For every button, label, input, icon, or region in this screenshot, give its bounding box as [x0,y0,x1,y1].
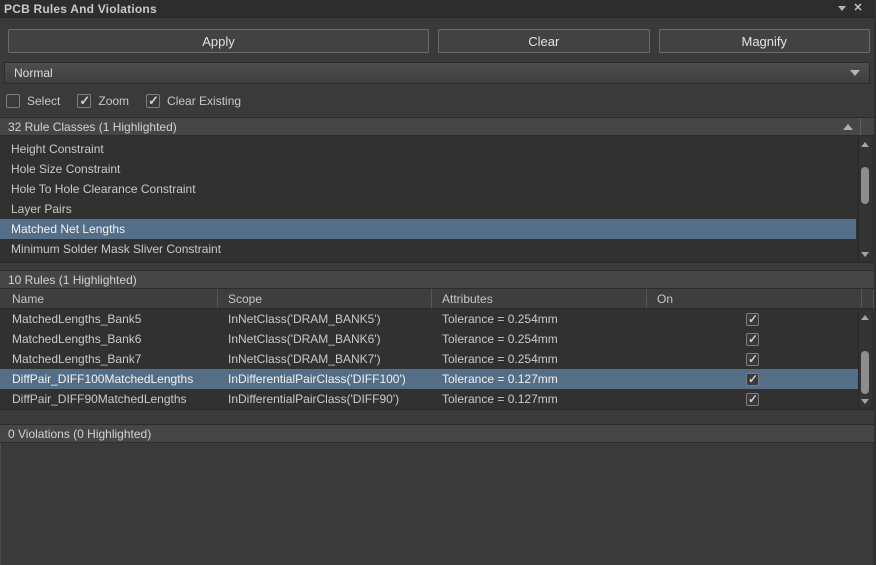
chevron-down-icon [838,6,846,11]
rule-class-item[interactable]: Hole To Hole Clearance Constraint [0,179,856,199]
rule-attributes-cell: Tolerance = 0.254mm [432,309,647,329]
rule-name-cell: DiffPair_DIFF90MatchedLengths [0,389,218,409]
rule-scope-cell: InDifferentialPairClass('DIFF90') [218,389,432,409]
scroll-down-button[interactable] [859,248,871,260]
apply-button[interactable]: Apply [8,29,429,53]
arrow-down-icon [861,399,869,404]
rule-attributes-cell: Tolerance = 0.254mm [432,349,647,369]
rule-row[interactable]: MatchedLengths_Bank7 InNetClass('DRAM_BA… [0,349,858,369]
close-button[interactable]: ✕ [850,2,866,16]
rule-on-cell [647,309,858,329]
arrow-down-icon [861,252,869,257]
scroll-up-button[interactable] [859,138,871,150]
rule-classes-list: Height Constraint Hole Size Constraint H… [0,136,874,263]
rule-name-cell: DiffPair_DIFF100MatchedLengths [0,369,218,389]
select-checkbox-label: Select [27,94,60,108]
rule-classes-scrollbar[interactable] [858,138,871,260]
panel-titlebar: PCB Rules And Violations ✕ [0,0,874,18]
rule-class-item[interactable]: Height Constraint [0,139,856,159]
scroll-down-button[interactable] [859,395,871,407]
rule-class-item[interactable]: Matched Net Lengths [0,219,856,239]
scrollbar-thumb[interactable] [861,351,869,394]
rule-row[interactable]: MatchedLengths_Bank6 InNetClass('DRAM_BA… [0,329,858,349]
rule-attributes-cell: Tolerance = 0.127mm [432,389,647,409]
rule-classes-header-label: 32 Rule Classes (1 Highlighted) [8,120,177,134]
zoom-checkbox[interactable] [77,94,91,108]
rule-class-item[interactable]: Hole Size Constraint [0,159,856,179]
violations-header-label: 0 Violations (0 Highlighted) [8,427,151,441]
rule-row[interactable]: DiffPair_DIFF90MatchedLengths InDifferen… [0,389,858,409]
rule-on-checkbox[interactable] [746,373,759,386]
rule-scope-cell: InNetClass('DRAM_BANK7') [218,349,432,369]
scroll-up-button[interactable] [859,311,871,323]
rule-attributes-cell: Tolerance = 0.254mm [432,329,647,349]
zoom-option: Zoom [77,94,129,108]
rules-section-header: 10 Rules (1 Highlighted) [0,270,874,289]
column-header-scope[interactable]: Scope [218,289,432,308]
chevron-down-icon [850,70,860,76]
rule-on-cell [647,329,858,349]
rule-classes-section-header: 32 Rule Classes (1 Highlighted) [0,117,874,136]
rules-scrollbar[interactable] [858,311,871,407]
violations-list [0,443,874,565]
rule-name-cell: MatchedLengths_Bank7 [0,349,218,369]
header-gutter [861,118,874,135]
clear-existing-option: Clear Existing [146,94,241,108]
rules-header-label: 10 Rules (1 Highlighted) [8,273,137,287]
clear-button[interactable]: Clear [438,29,650,53]
report-mode-select[interactable]: Normal [4,62,870,84]
rule-on-checkbox[interactable] [746,393,759,406]
column-header-on[interactable]: On [647,289,862,308]
violations-section-header: 0 Violations (0 Highlighted) [0,424,874,443]
rule-on-cell [647,349,858,369]
rule-row[interactable]: MatchedLengths_Bank5 InNetClass('DRAM_BA… [0,309,858,329]
pcb-rules-and-violations-panel: { "window": { "title": "PCB Rules And Vi… [0,0,876,565]
rule-on-checkbox[interactable] [746,333,759,346]
rule-class-item[interactable]: Layer Pairs [0,199,856,219]
rule-on-cell [647,389,858,409]
rule-scope-cell: InNetClass('DRAM_BANK5') [218,309,432,329]
scrollbar-thumb[interactable] [861,167,869,204]
options-row: Select Zoom Clear Existing [6,93,874,109]
arrow-up-icon [861,315,869,320]
close-icon: ✕ [853,3,862,14]
arrow-up-icon [861,142,869,147]
select-checkbox[interactable] [6,94,20,108]
panel-title: PCB Rules And Violations [4,2,834,16]
rules-table-header: Name Scope Attributes On [0,289,874,309]
column-header-gutter [862,289,874,308]
rule-name-cell: MatchedLengths_Bank6 [0,329,218,349]
rule-name-cell: MatchedLengths_Bank5 [0,309,218,329]
rule-on-cell [647,369,858,389]
clear-existing-checkbox[interactable] [146,94,160,108]
clear-existing-checkbox-label: Clear Existing [167,94,241,108]
scrollbar-track[interactable] [859,323,871,395]
report-mode-value: Normal [14,66,53,80]
rule-class-item[interactable]: Minimum Solder Mask Sliver Constraint [0,239,856,259]
chevron-up-icon [843,124,853,130]
rule-attributes-cell: Tolerance = 0.127mm [432,369,647,389]
scrollbar-track[interactable] [859,150,871,248]
collapse-section-button[interactable] [835,118,861,135]
rules-table-body: MatchedLengths_Bank5 InNetClass('DRAM_BA… [0,309,874,410]
action-toolbar: Apply Clear Magnify [8,29,870,53]
rule-on-checkbox[interactable] [746,313,759,326]
zoom-checkbox-label: Zoom [98,94,129,108]
rule-scope-cell: InNetClass('DRAM_BANK6') [218,329,432,349]
column-header-name[interactable]: Name [0,289,218,308]
panel-menu-button[interactable] [834,2,850,16]
magnify-button[interactable]: Magnify [659,29,871,53]
select-option: Select [6,94,60,108]
rule-scope-cell: InDifferentialPairClass('DIFF100') [218,369,432,389]
rule-on-checkbox[interactable] [746,353,759,366]
column-header-attributes[interactable]: Attributes [432,289,647,308]
rule-row[interactable]: DiffPair_DIFF100MatchedLengths InDiffere… [0,369,858,389]
